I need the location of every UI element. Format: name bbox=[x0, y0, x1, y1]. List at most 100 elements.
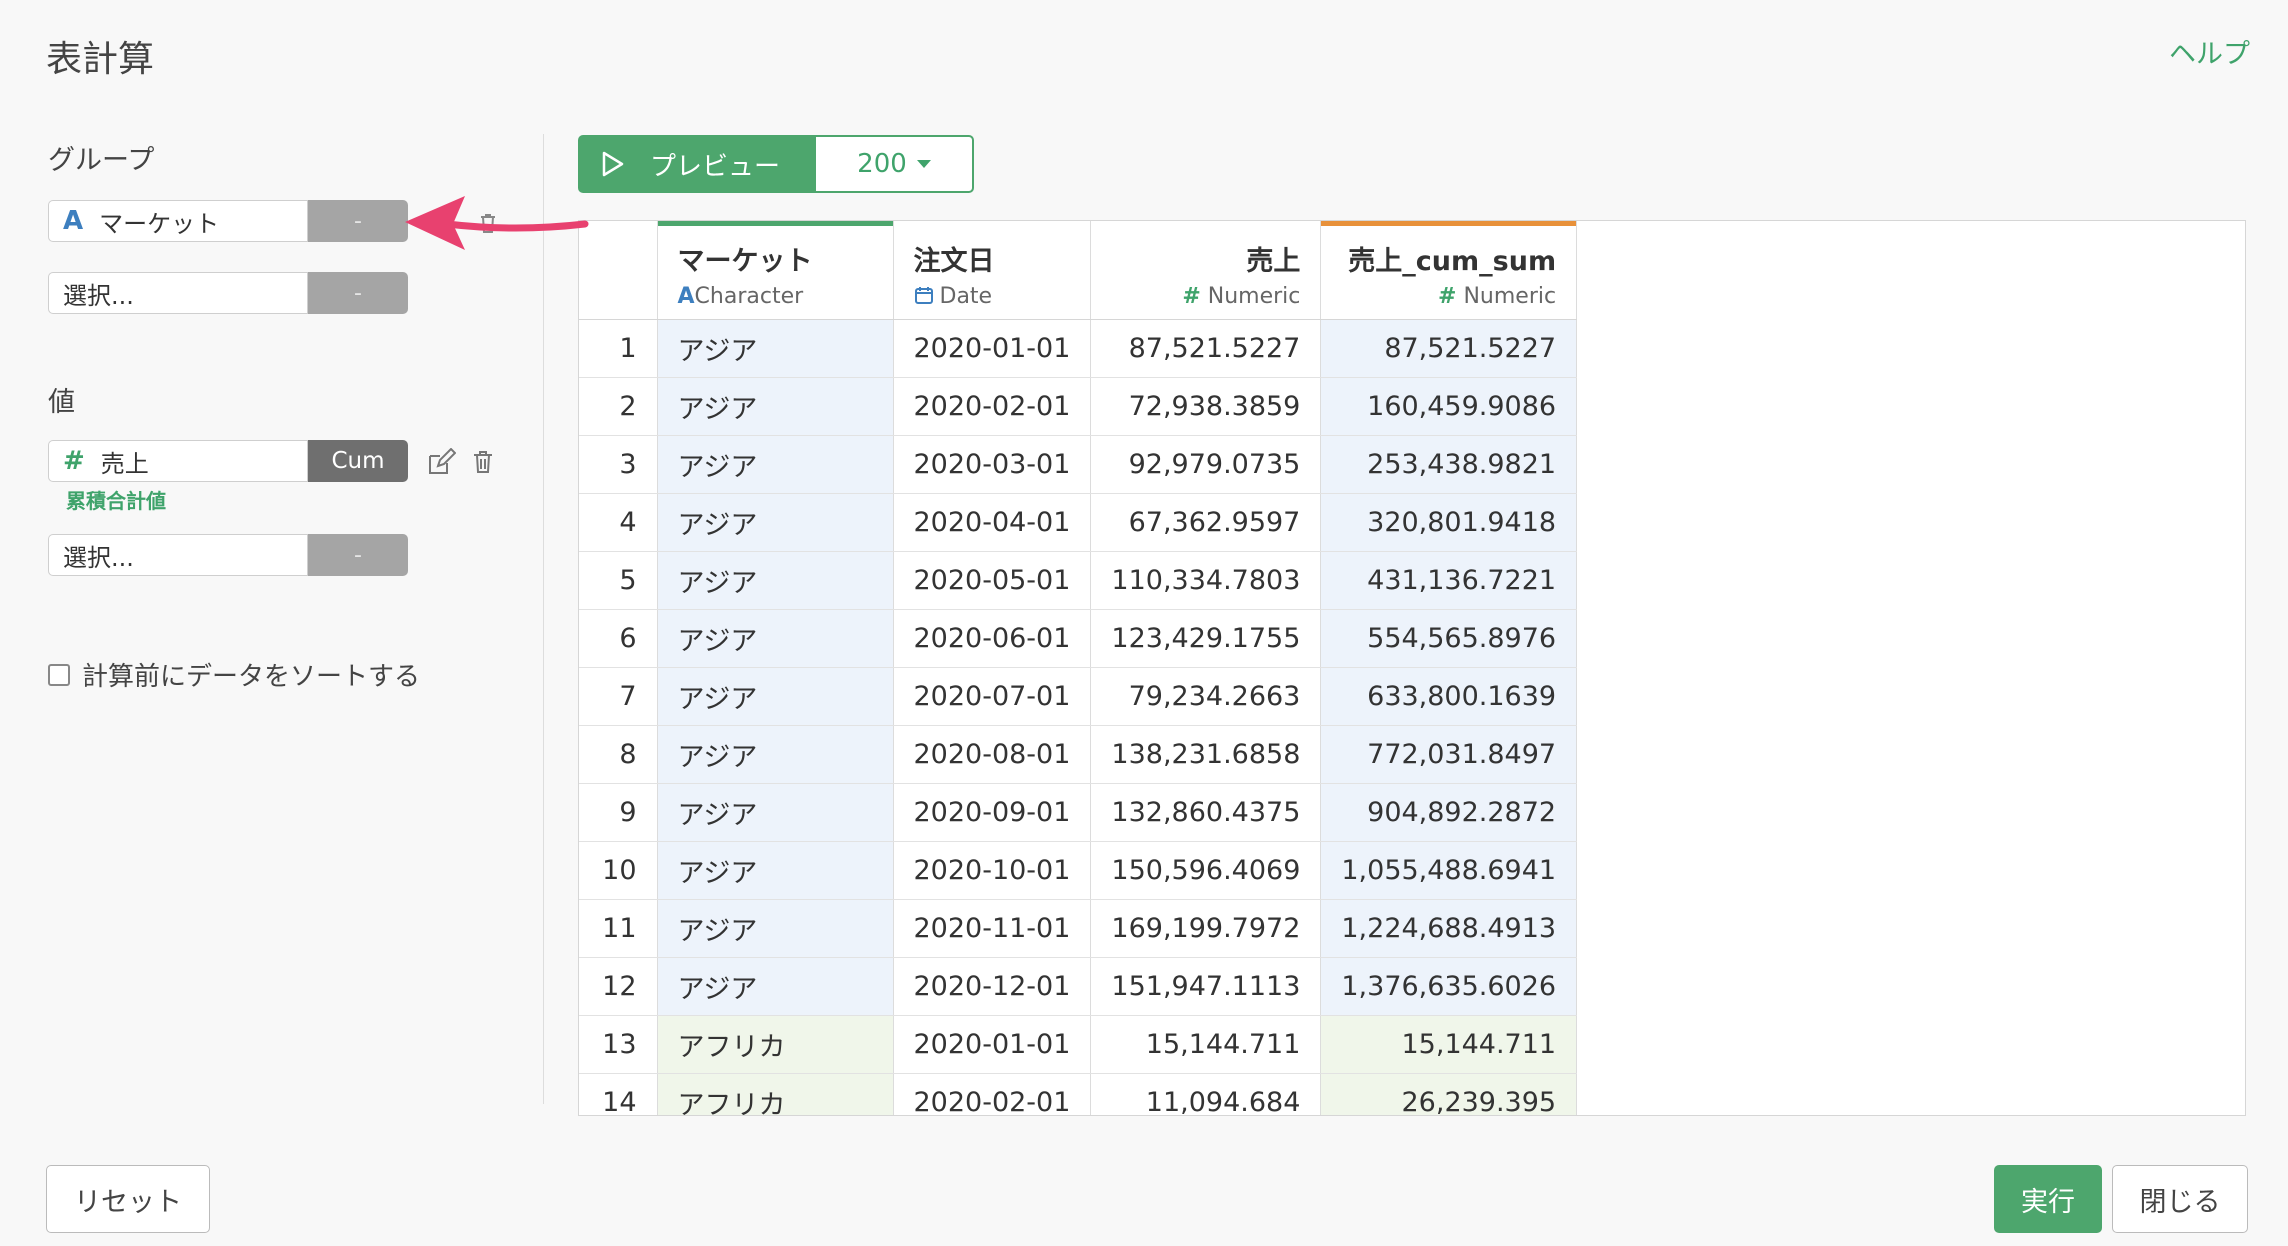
column-header-market[interactable]: マーケット ACharacter bbox=[657, 221, 894, 320]
cell-market: アジア bbox=[657, 609, 894, 668]
table-row: 11 アジア 2020-11-01 169,199.7972 1,224,688.491… bbox=[579, 899, 1578, 958]
chevron-down-icon bbox=[916, 160, 931, 168]
preview-count-dropdown[interactable]: 200 bbox=[814, 135, 974, 193]
cell-sales: 138,231.6858 bbox=[1090, 725, 1322, 784]
group-column-select-empty[interactable]: 選択... bbox=[48, 272, 308, 314]
edit-icon[interactable] bbox=[426, 447, 457, 480]
table-row: 12 アジア 2020-12-01 151,947.1113 1,376,635.602… bbox=[579, 957, 1578, 1016]
cell-sales: 132,860.4375 bbox=[1090, 783, 1322, 842]
column-name: 注文日 bbox=[913, 246, 995, 277]
help-link[interactable]: ヘルプ bbox=[2169, 32, 2250, 71]
cell-order-date: 2020-04-01 bbox=[893, 493, 1092, 552]
cell-sales: 67,362.9597 bbox=[1090, 493, 1322, 552]
sort-before-calc-option[interactable]: 計算前にデータをソートする bbox=[48, 656, 420, 693]
page-title: 表計算 bbox=[46, 39, 155, 80]
cell-order-date: 2020-07-01 bbox=[893, 667, 1092, 726]
sort-checkbox[interactable] bbox=[48, 663, 70, 686]
table-row: 6 アジア 2020-06-01 123,429.1755 554,565.8976 bbox=[579, 609, 1578, 668]
cell-sales-cum-sum: 772,031.8497 bbox=[1320, 725, 1578, 784]
character-type-icon: A bbox=[63, 206, 84, 236]
character-type-icon: A bbox=[677, 284, 695, 309]
cell-market: アジア bbox=[657, 435, 894, 494]
group-option-button[interactable]: - bbox=[308, 200, 408, 242]
preview-count-value: 200 bbox=[857, 149, 907, 179]
numeric-type-icon: # bbox=[63, 446, 85, 476]
cell-market: アジア bbox=[657, 493, 894, 552]
column-type: Numeric bbox=[1207, 284, 1301, 309]
calc-type-button[interactable]: Cum bbox=[308, 440, 408, 482]
cell-sales-cum-sum: 15,144.711 bbox=[1320, 1015, 1578, 1074]
group-select-row-2: 選択... - bbox=[48, 272, 408, 314]
column-header-sales-cum-sum[interactable]: 売上_cum_sum # Numeric bbox=[1320, 221, 1578, 320]
value-column-select-empty[interactable]: 選択... bbox=[48, 534, 308, 576]
row-index: 4 bbox=[579, 493, 658, 552]
trash-icon[interactable] bbox=[472, 449, 494, 479]
preview-button[interactable]: プレビュー bbox=[578, 135, 814, 193]
row-index: 11 bbox=[579, 899, 658, 958]
table-row: 13 アフリカ 2020-01-01 15,144.711 15,144.711 bbox=[579, 1015, 1578, 1074]
column-type: Numeric bbox=[1463, 284, 1557, 309]
cell-sales: 110,334.7803 bbox=[1090, 551, 1322, 610]
group-label: グループ bbox=[48, 145, 155, 176]
group-option-button-2[interactable]: - bbox=[308, 272, 408, 314]
row-index: 1 bbox=[579, 319, 658, 378]
column-header-sales[interactable]: 売上 # Numeric bbox=[1090, 221, 1322, 320]
panel-divider bbox=[543, 134, 544, 1104]
cell-order-date: 2020-11-01 bbox=[893, 899, 1092, 958]
annotation-arrow bbox=[405, 196, 589, 250]
table-row: 5 アジア 2020-05-01 110,334.7803 431,136.7221 bbox=[579, 551, 1578, 610]
cell-sales-cum-sum: 1,224,688.4913 bbox=[1320, 899, 1578, 958]
close-button[interactable]: 閉じる bbox=[2112, 1165, 2248, 1233]
cell-sales-cum-sum: 87,521.5227 bbox=[1320, 319, 1578, 378]
row-index: 6 bbox=[579, 609, 658, 668]
value-row-icons bbox=[426, 447, 494, 480]
group-column-select[interactable]: A マーケット bbox=[48, 200, 308, 242]
cell-sales-cum-sum: 160,459.9086 bbox=[1320, 377, 1578, 436]
calc-type-description: 累積合計値 bbox=[66, 489, 166, 513]
cell-order-date: 2020-10-01 bbox=[893, 841, 1092, 900]
run-button[interactable]: 実行 bbox=[1994, 1165, 2102, 1233]
reset-button[interactable]: リセット bbox=[46, 1165, 210, 1233]
cell-market: アフリカ bbox=[657, 1015, 894, 1074]
row-index: 12 bbox=[579, 957, 658, 1016]
column-name: マーケット bbox=[677, 246, 813, 277]
table-row: 10 アジア 2020-10-01 150,596.4069 1,055,488.694… bbox=[579, 841, 1578, 900]
value-select-placeholder: 選択... bbox=[63, 543, 134, 572]
row-index: 3 bbox=[579, 435, 658, 494]
column-header-order-date[interactable]: 注文日 Date bbox=[893, 221, 1092, 320]
cell-sales: 169,199.7972 bbox=[1090, 899, 1322, 958]
table-row: 2 アジア 2020-02-01 72,938.3859 160,459.9086 bbox=[579, 377, 1578, 436]
cell-sales-cum-sum: 1,055,488.6941 bbox=[1320, 841, 1578, 900]
cell-market: アジア bbox=[657, 841, 894, 900]
cell-order-date: 2020-03-01 bbox=[893, 435, 1092, 494]
numeric-type-icon: # bbox=[1438, 284, 1457, 309]
column-type: Character bbox=[694, 284, 804, 309]
value-column-value: 売上 bbox=[100, 449, 149, 478]
cell-market: アジア bbox=[657, 551, 894, 610]
column-type: Date bbox=[939, 284, 993, 309]
cell-order-date: 2020-02-01 bbox=[893, 377, 1092, 436]
cell-sales-cum-sum: 633,800.1639 bbox=[1320, 667, 1578, 726]
value-option-button-2[interactable]: - bbox=[308, 534, 408, 576]
value-column-select[interactable]: # 売上 bbox=[48, 440, 308, 482]
cell-sales: 11,094.684 bbox=[1090, 1073, 1322, 1115]
cell-order-date: 2020-06-01 bbox=[893, 609, 1092, 668]
group-select-placeholder: 選択... bbox=[63, 281, 134, 310]
cell-sales: 123,429.1755 bbox=[1090, 609, 1322, 668]
cell-order-date: 2020-01-01 bbox=[893, 319, 1092, 378]
row-index: 13 bbox=[579, 1015, 658, 1074]
cell-sales: 15,144.711 bbox=[1090, 1015, 1322, 1074]
group-select-row-1: A マーケット - bbox=[48, 200, 408, 242]
table-row: 8 アジア 2020-08-01 138,231.6858 772,031.8497 bbox=[579, 725, 1578, 784]
group-column-value: マーケット bbox=[99, 209, 220, 238]
row-index: 14 bbox=[579, 1073, 658, 1115]
row-index: 2 bbox=[579, 377, 658, 436]
row-index: 10 bbox=[579, 841, 658, 900]
sort-checkbox-label: 計算前にデータをソートする bbox=[82, 662, 421, 692]
table-row: 9 アジア 2020-09-01 132,860.4375 904,892.2872 bbox=[579, 783, 1578, 842]
cell-sales: 150,596.4069 bbox=[1090, 841, 1322, 900]
cell-sales-cum-sum: 554,565.8976 bbox=[1320, 609, 1578, 668]
row-index: 7 bbox=[579, 667, 658, 726]
cell-market: アジア bbox=[657, 377, 894, 436]
row-index: 8 bbox=[579, 725, 658, 784]
